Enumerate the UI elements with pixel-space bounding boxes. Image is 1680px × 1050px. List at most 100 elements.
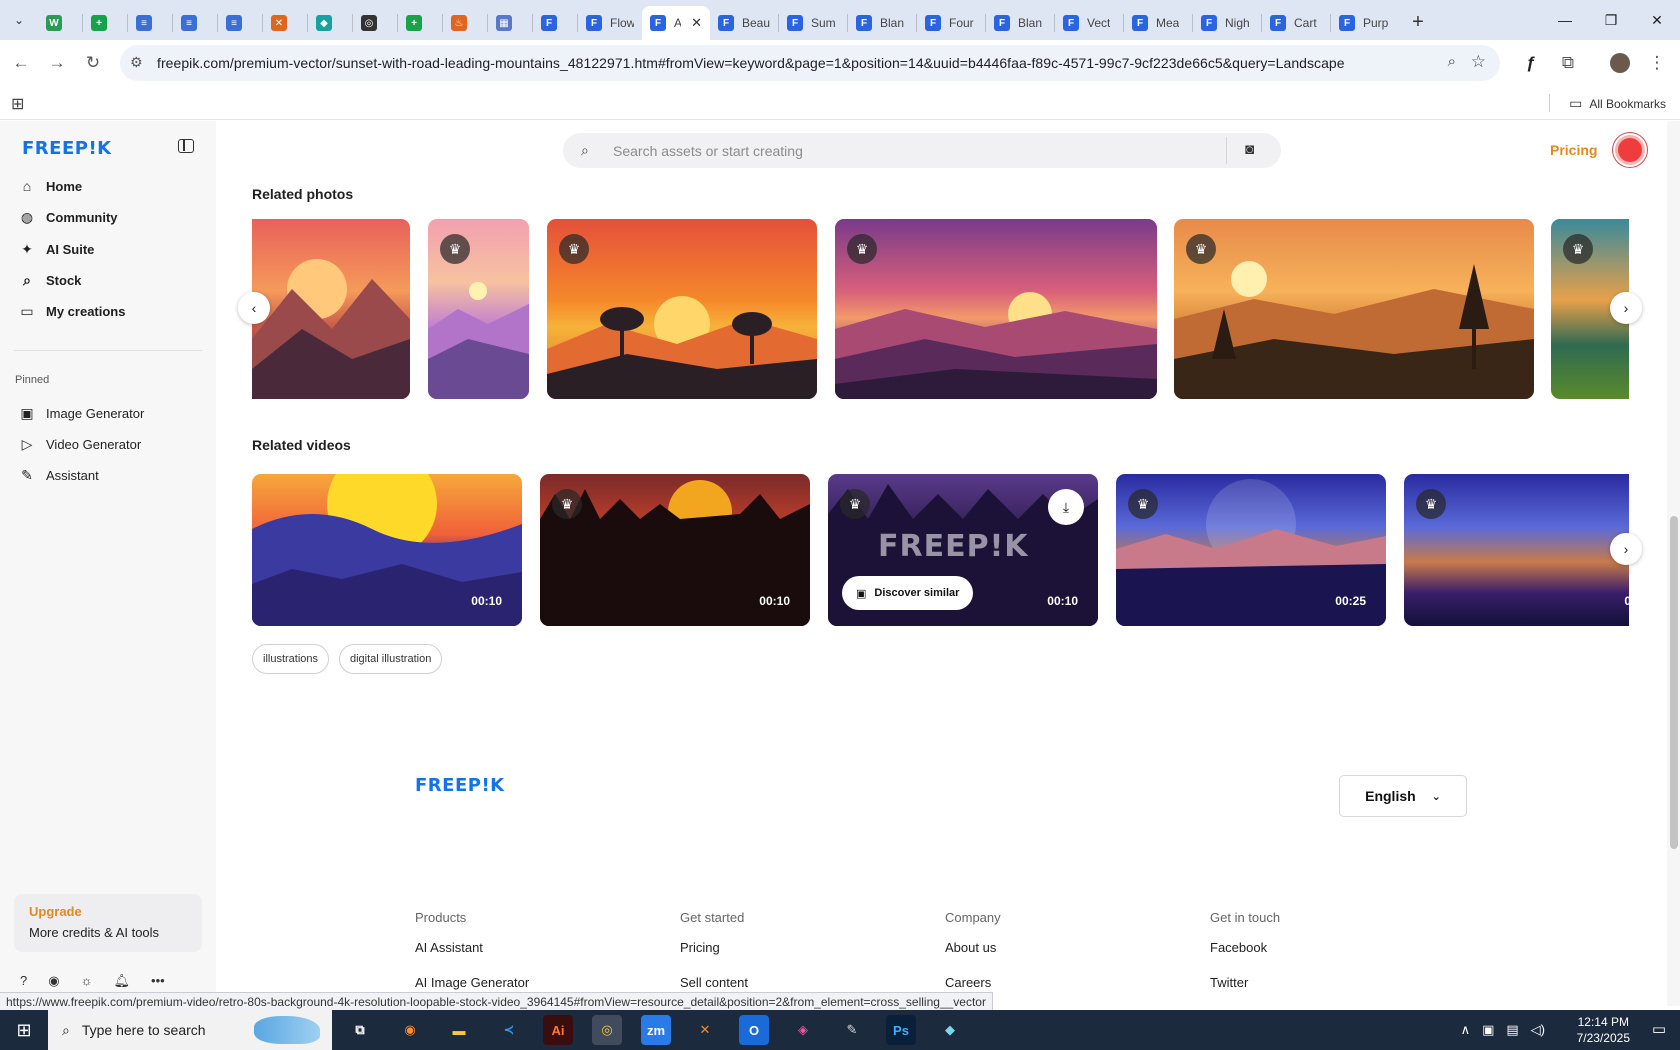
more-icon[interactable]: •••: [151, 973, 165, 989]
tray-app-icon[interactable]: ▣: [1482, 1022, 1494, 1038]
browser-tab[interactable]: F Beau: [710, 6, 778, 40]
scrollbar-thumb[interactable]: [1670, 516, 1678, 849]
address-bar[interactable]: ⚙ freepik.com/premium-vector/sunset-with…: [120, 45, 1500, 81]
sidebar-item-home[interactable]: ⌂ Home: [14, 171, 204, 201]
browser-tab[interactable]: F A ✕: [642, 6, 710, 40]
browser-tab[interactable]: F Flow: [578, 6, 642, 40]
camera-search-icon[interactable]: ◙: [1245, 141, 1254, 158]
freepik-logo[interactable]: FREEP!K: [22, 138, 112, 159]
extensions-puzzle-icon[interactable]: ⧉: [1553, 48, 1583, 78]
notifications-bell-icon[interactable]: 🔔︎: [114, 973, 131, 989]
app-diamond-icon[interactable]: ◆: [935, 1015, 965, 1045]
browser-tab[interactable]: F Purp: [1331, 6, 1399, 40]
extension-icon[interactable]: ƒ: [1516, 48, 1546, 78]
apps-grid-icon[interactable]: ⊞: [11, 94, 24, 114]
zoom-app-icon[interactable]: zm: [641, 1015, 671, 1045]
browser-tab[interactable]: F: [533, 6, 577, 40]
tag-chip[interactable]: digital illustration: [339, 644, 443, 674]
pen-tool-icon[interactable]: ✎: [837, 1015, 867, 1045]
related-photo[interactable]: ♛: [835, 219, 1157, 399]
reload-button[interactable]: ↻: [78, 48, 108, 78]
tag-chip[interactable]: illustrations: [252, 644, 330, 674]
pinned-item-assistant[interactable]: ✎ Assistant: [14, 460, 204, 490]
task-view-icon[interactable]: ⧉: [345, 1015, 375, 1045]
footer-link[interactable]: AI Assistant: [415, 940, 529, 955]
related-photo[interactable]: ♛: [1174, 219, 1534, 399]
browser-tab[interactable]: F Nigh: [1193, 6, 1261, 40]
creative-cloud-icon[interactable]: ◈: [788, 1015, 818, 1045]
footer-link[interactable]: Pricing: [680, 940, 748, 955]
footer-link[interactable]: Sell content: [680, 975, 748, 990]
pinned-item-image-generator[interactable]: ▣ Image Generator: [14, 398, 204, 428]
footer-link[interactable]: AI Image Generator: [415, 975, 529, 990]
sidebar-item-ai-suite[interactable]: ✦ AI Suite: [14, 234, 204, 264]
sidebar-item-community[interactable]: ◍ Community: [14, 202, 204, 232]
browser-tab[interactable]: ≡: [218, 6, 262, 40]
help-icon[interactable]: ?: [20, 973, 27, 989]
browser-tab[interactable]: F Vect: [1055, 6, 1123, 40]
page-scrollbar[interactable]: [1667, 121, 1680, 1006]
related-video[interactable]: ♛ 00:25: [1116, 474, 1386, 626]
related-photo[interactable]: ♛: [547, 219, 817, 399]
related-video[interactable]: 00:10: [252, 474, 522, 626]
browser-tab[interactable]: ♨: [443, 6, 487, 40]
chrome-menu-icon[interactable]: ⋮: [1642, 48, 1672, 78]
related-video[interactable]: ♛ 00:10: [540, 474, 810, 626]
language-selector[interactable]: English ⌄: [1339, 775, 1467, 817]
photos-prev-button[interactable]: ‹: [238, 292, 270, 324]
user-avatar[interactable]: [1615, 135, 1645, 165]
tray-overflow-icon[interactable]: ∧: [1461, 1022, 1471, 1038]
pricing-link[interactable]: Pricing: [1550, 142, 1597, 158]
browser-tab[interactable]: F Sum: [779, 6, 847, 40]
taskbar-search-box[interactable]: ⌕ Type here to search: [48, 1010, 332, 1050]
bookmark-star-icon[interactable]: ☆: [1471, 52, 1486, 72]
browser-tab[interactable]: ✕: [263, 6, 307, 40]
site-info-icon[interactable]: ⚙: [130, 54, 143, 71]
photoshop-icon[interactable]: Ps: [886, 1015, 916, 1045]
minimize-button[interactable]: —: [1542, 0, 1588, 40]
browser-tab[interactable]: ▦: [488, 6, 532, 40]
browser-tab[interactable]: ◎: [353, 6, 397, 40]
close-tab-icon[interactable]: ✕: [691, 15, 702, 31]
browser-tab[interactable]: W: [38, 6, 82, 40]
illustrator-icon[interactable]: Ai: [543, 1015, 573, 1045]
outlook-icon[interactable]: O: [739, 1015, 769, 1045]
download-button[interactable]: ⤓: [1048, 489, 1084, 525]
browser-tab[interactable]: +: [398, 6, 442, 40]
footer-link[interactable]: Careers: [945, 975, 1001, 990]
all-bookmarks-button[interactable]: ▭ All Bookmarks: [1569, 95, 1666, 112]
sidebar-collapse-icon[interactable]: [178, 139, 194, 153]
related-photo[interactable]: ♛: [428, 219, 529, 399]
sidebar-item-stock[interactable]: ⌕ Stock: [14, 265, 204, 295]
related-video[interactable]: FREEP!K ♛ ⤓ ▣ Discover similar 00:10: [828, 474, 1098, 626]
profile-avatar-icon[interactable]: [1605, 48, 1635, 78]
browser-tab[interactable]: F Four: [917, 6, 985, 40]
tab-search-chevron-icon[interactable]: ⌄: [0, 0, 38, 40]
footer-freepik-logo[interactable]: FREEP!K: [415, 775, 505, 796]
new-tab-button[interactable]: +: [1403, 7, 1433, 37]
discord-icon[interactable]: ◉: [48, 973, 59, 989]
browser-tab[interactable]: ≡: [128, 6, 172, 40]
vscode-icon[interactable]: ≺: [494, 1015, 524, 1045]
pinned-item-video-generator[interactable]: ▷ Video Generator: [14, 429, 204, 459]
browser-tab[interactable]: F Mea: [1124, 6, 1192, 40]
browser-tab[interactable]: ◆: [308, 6, 352, 40]
sidebar-item-my-creations[interactable]: ▭ My creations: [14, 296, 204, 326]
photos-next-button[interactable]: ›: [1610, 292, 1642, 324]
footer-link[interactable]: Twitter: [1210, 975, 1280, 990]
browser-tab[interactable]: +: [83, 6, 127, 40]
file-explorer-icon[interactable]: ▬: [444, 1015, 474, 1045]
zoom-icon[interactable]: ⌕: [1448, 53, 1456, 70]
upgrade-card[interactable]: Upgrade More credits & AI tools: [14, 894, 202, 952]
taskbar-clock[interactable]: 12:14 PM 7/23/2025: [1577, 1014, 1630, 1046]
videos-next-button[interactable]: ›: [1610, 533, 1642, 565]
network-icon[interactable]: ▤: [1506, 1022, 1518, 1038]
search-input[interactable]: [613, 140, 1113, 162]
chrome-icon[interactable]: ◎: [592, 1015, 622, 1045]
browser-tab[interactable]: F Blan: [848, 6, 916, 40]
related-video[interactable]: ♛ 0: [1404, 474, 1629, 626]
xampp-icon[interactable]: ✕: [690, 1015, 720, 1045]
browser-tab[interactable]: ≡: [173, 6, 217, 40]
theme-icon[interactable]: ☼: [81, 973, 93, 989]
notifications-icon[interactable]: ▭: [1652, 1020, 1666, 1038]
